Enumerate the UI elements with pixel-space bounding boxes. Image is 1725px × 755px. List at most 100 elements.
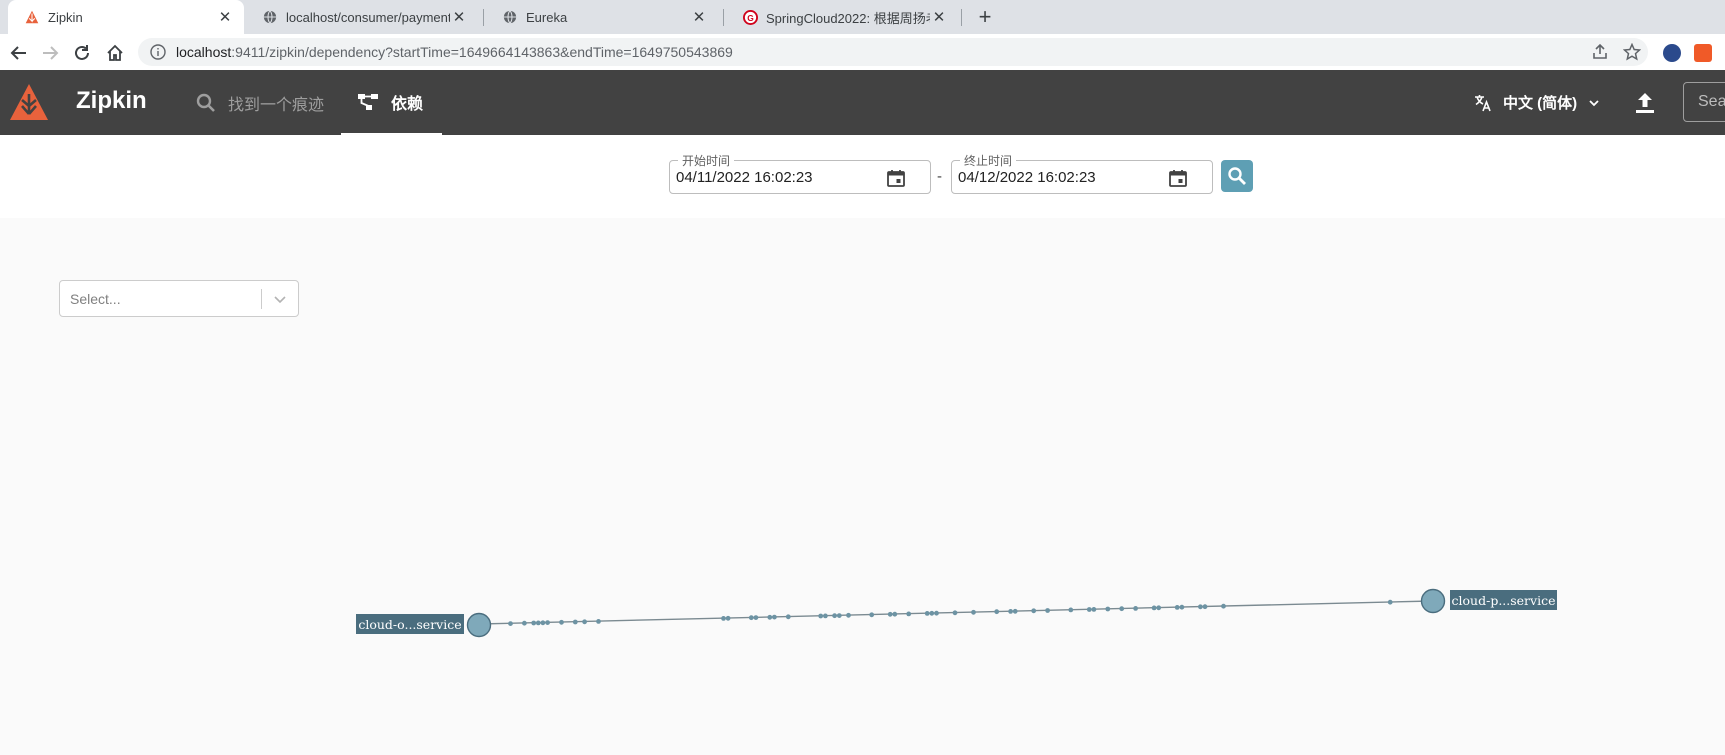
traffic-dot: [887, 611, 893, 617]
info-icon[interactable]: [150, 44, 166, 60]
start-time-value: 04/11/2022 16:02:23: [676, 168, 813, 186]
traffic-dot: [971, 609, 976, 615]
address-bar[interactable]: localhost:9411/zipkin/dependency?startTi…: [138, 38, 1648, 66]
traffic-dot: [772, 614, 777, 620]
csdn-logo-icon: G: [742, 9, 758, 25]
traffic-dot: [906, 611, 912, 617]
language-label: 中文 (简体): [1503, 95, 1578, 112]
tab-divider: [483, 9, 484, 26]
share-icon[interactable]: [1591, 38, 1609, 66]
close-icon[interactable]: ✕: [690, 8, 708, 26]
star-icon[interactable]: [1623, 38, 1641, 66]
language-selector[interactable]: 中文 (简体): [1473, 70, 1611, 135]
browser-tab-zipkin[interactable]: Zipkin ✕: [8, 0, 244, 34]
traffic-dot: [818, 613, 824, 619]
traffic-dot: [753, 615, 759, 620]
search-icon: [196, 93, 215, 112]
traffic-dot: [535, 620, 541, 626]
reload-icon[interactable]: [71, 42, 93, 64]
traffic-dot: [1387, 599, 1393, 605]
globe-icon: [502, 9, 518, 25]
filter-bar: 开始时间 04/11/2022 16:02:23 - 终止时间 04/12/20…: [0, 135, 1725, 218]
traffic-dot: [1151, 605, 1157, 611]
traffic-dot: [1202, 604, 1208, 610]
traffic-dot: [582, 619, 587, 625]
new-tab-button[interactable]: +: [973, 4, 997, 29]
start-time-label: 开始时间: [678, 152, 735, 169]
search-button[interactable]: [1221, 160, 1253, 192]
browser-tab-consumer[interactable]: localhost/consumer/payment/ ✕: [246, 0, 478, 34]
nav-dependencies[interactable]: 依赖: [341, 70, 442, 135]
traffic-dot: [1045, 608, 1050, 613]
browser-tab-strip: Zipkin ✕ localhost/consumer/payment/ ✕ E…: [0, 0, 1725, 34]
traffic-dot: [721, 616, 726, 621]
nav-dependencies-label: 依赖: [391, 95, 424, 113]
traffic-dot: [508, 621, 513, 626]
calendar-icon[interactable]: [886, 168, 906, 188]
forward-icon[interactable]: [39, 42, 61, 64]
traffic-dot: [725, 615, 731, 621]
home-icon[interactable]: [104, 42, 126, 64]
traffic-dot: [767, 614, 773, 620]
traffic-dot: [531, 620, 537, 626]
traffic-dot: [892, 611, 898, 617]
extension-icon[interactable]: [1663, 44, 1681, 62]
translate-icon: [1475, 94, 1491, 111]
dependency-graph[interactable]: [0, 218, 1725, 755]
traffic-dot: [1119, 606, 1125, 612]
csdn-extension-icon[interactable]: [1694, 44, 1712, 62]
app-brand: Zipkin: [76, 87, 147, 114]
traffic-dot: [929, 610, 935, 616]
traffic-dot: [1198, 604, 1203, 610]
traffic-dot: [952, 610, 958, 616]
close-icon[interactable]: ✕: [450, 8, 468, 26]
close-icon[interactable]: ✕: [216, 8, 234, 26]
traffic-dot: [1179, 604, 1185, 610]
tab-title: Eureka: [526, 9, 568, 25]
traffic-dot: [785, 614, 791, 620]
upload-icon[interactable]: [1632, 90, 1658, 116]
tab-title: localhost/consumer/payment/: [286, 9, 450, 25]
tab-divider: [723, 9, 724, 26]
end-time-field[interactable]: 终止时间 04/12/2022 16:02:23: [951, 152, 1213, 194]
traffic-dot: [1221, 603, 1226, 609]
back-icon[interactable]: [8, 42, 30, 64]
traffic-dot: [1031, 608, 1037, 614]
browser-toolbar: localhost:9411/zipkin/dependency?startTi…: [0, 34, 1725, 70]
service-node-label[interactable]: cloud-o...service: [356, 614, 464, 634]
service-node-label[interactable]: cloud-p...service: [1450, 590, 1557, 610]
globe-icon: [262, 9, 278, 25]
tab-title: Zipkin: [48, 9, 83, 25]
browser-tab-springcloud[interactable]: G SpringCloud2022: 根据周扬老师 ✕: [726, 0, 958, 34]
traffic-dot: [545, 620, 550, 625]
traffic-dot: [1068, 607, 1074, 613]
traffic-dot: [934, 610, 939, 616]
tab-divider: [961, 9, 962, 26]
service-node-source[interactable]: [466, 612, 492, 638]
app-header: Zipkin 找到一个痕迹 依赖 中文 (简体) Search: [0, 70, 1725, 135]
browser-tab-eureka[interactable]: Eureka ✕: [486, 0, 718, 34]
nav-find-trace[interactable]: 找到一个痕迹: [196, 70, 324, 135]
end-time-label: 终止时间: [960, 152, 1017, 169]
header-search-input[interactable]: Search: [1683, 82, 1725, 122]
dependency-graph-area: Select... cloud-o...service cloud-p...se…: [0, 218, 1725, 755]
url-path: :9411/zipkin/dependency?startTime=164966…: [231, 44, 733, 60]
traffic-dot: [1156, 605, 1162, 611]
service-node-target[interactable]: [1420, 588, 1446, 614]
dependency-graph-icon: [358, 93, 378, 110]
end-time-value: 04/12/2022 16:02:23: [958, 168, 1096, 186]
calendar-icon[interactable]: [1168, 168, 1188, 188]
traffic-dot: [823, 613, 828, 619]
traffic-dot: [748, 615, 754, 621]
traffic-dot: [1012, 608, 1018, 614]
chevron-down-icon: [1589, 99, 1599, 106]
header-search-placeholder: Search: [1698, 93, 1725, 110]
traffic-dot: [1086, 607, 1092, 612]
traffic-dot: [559, 619, 564, 625]
date-range-separator: -: [937, 168, 942, 185]
start-time-field[interactable]: 开始时间 04/11/2022 16:02:23: [669, 152, 931, 194]
traffic-dot: [540, 620, 546, 626]
close-icon[interactable]: ✕: [930, 8, 948, 26]
traffic-dot: [1008, 609, 1013, 614]
traffic-dot: [924, 611, 930, 616]
